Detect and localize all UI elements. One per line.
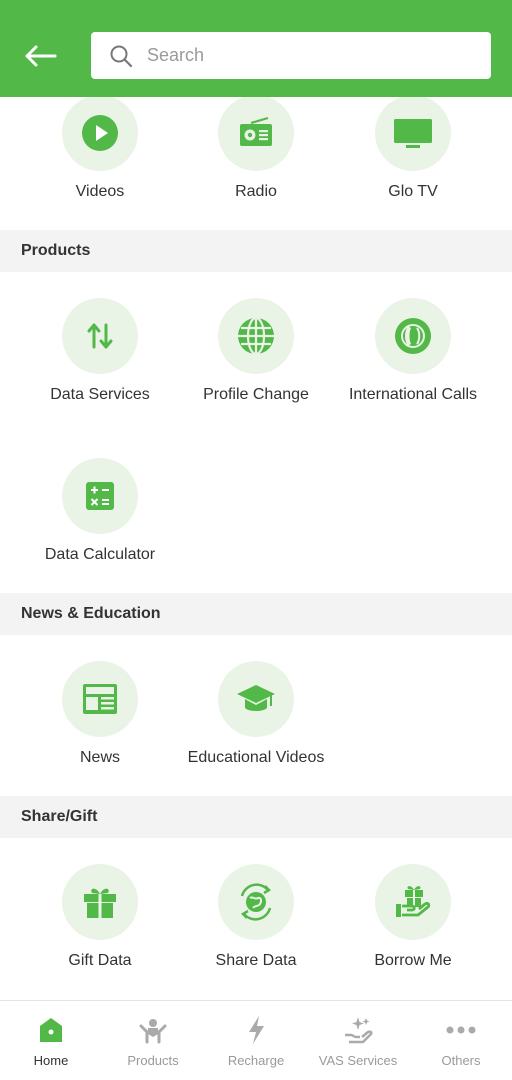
search-input[interactable] — [147, 45, 447, 66]
tv-icon — [394, 119, 432, 148]
nav-recharge[interactable]: Recharge — [205, 1001, 307, 1080]
section-header-share-gift: Share/Gift — [0, 796, 512, 838]
more-dots-icon — [446, 1026, 476, 1034]
arrows-updown-icon — [87, 323, 113, 349]
back-button[interactable] — [18, 36, 62, 76]
tile-label: Gift Data — [68, 952, 132, 969]
nav-products[interactable]: Products — [102, 1001, 204, 1080]
status-bar — [0, 0, 512, 10]
products-icon — [139, 1019, 167, 1044]
tile-profile-change[interactable]: Profile Change — [176, 298, 336, 418]
nav-label: Recharge — [227, 1053, 285, 1068]
search-icon — [110, 45, 133, 67]
nav-label: Home — [33, 1053, 69, 1068]
tile-label: Data Calculator — [44, 546, 156, 563]
tile-icon-circle — [62, 298, 138, 374]
tile-label: Educational Videos — [187, 749, 325, 766]
tile-news[interactable]: News — [20, 661, 180, 781]
borrow-gift-icon — [396, 886, 431, 917]
app-header — [0, 0, 512, 97]
gift-icon — [84, 888, 116, 918]
services-list[interactable]: Videos Radio Glo TV Products Data Servic… — [0, 97, 512, 1000]
graduation-cap-icon — [237, 685, 275, 711]
nav-label: Products — [127, 1053, 179, 1068]
vas-icon — [345, 1017, 373, 1044]
tile-glo-tv[interactable]: Glo TV — [333, 97, 493, 215]
bottom-nav: Home Products Recharge VAS Services Othe… — [0, 1000, 512, 1080]
tile-international-calls[interactable]: International Calls — [333, 298, 493, 418]
tile-label: Profile Change — [203, 386, 309, 403]
lightning-icon — [249, 1016, 264, 1044]
tile-data-services[interactable]: Data Services — [20, 298, 180, 418]
play-icon — [82, 115, 118, 151]
tile-icon-circle — [218, 298, 294, 374]
globe-icon — [238, 316, 274, 356]
tile-icon-circle — [375, 864, 451, 940]
tile-icon-circle — [375, 97, 451, 171]
search-bar[interactable] — [91, 32, 491, 79]
nav-home[interactable]: Home — [0, 1001, 102, 1080]
tile-icon-circle — [62, 458, 138, 534]
tile-gift-data[interactable]: Gift Data — [20, 864, 180, 984]
tile-label: Glo TV — [388, 183, 438, 200]
tile-borrow-me[interactable]: Borrow Me — [333, 864, 493, 984]
section-header-products: Products — [0, 230, 512, 272]
tile-label: Radio — [235, 183, 277, 200]
back-arrow-icon — [25, 45, 57, 67]
newspaper-icon — [83, 684, 117, 714]
calculator-icon — [86, 482, 114, 510]
tile-icon-circle — [375, 298, 451, 374]
tile-educational-videos[interactable]: Educational Videos — [176, 661, 336, 781]
nav-label: Others — [441, 1053, 481, 1068]
tile-share-data[interactable]: Share Data — [176, 864, 336, 984]
nav-label: VAS Services — [318, 1053, 398, 1068]
tile-label: Borrow Me — [374, 952, 452, 969]
tile-icon-circle — [62, 97, 138, 171]
tile-icon-circle — [218, 661, 294, 737]
share-globe-icon — [240, 883, 272, 921]
nav-others[interactable]: Others — [410, 1001, 512, 1080]
tile-label: Data Services — [50, 386, 150, 403]
tile-label: International Calls — [348, 386, 478, 403]
tile-icon-circle — [218, 97, 294, 171]
tile-icon-circle — [62, 864, 138, 940]
tile-radio[interactable]: Radio — [176, 97, 336, 215]
radio-icon — [240, 116, 272, 146]
nav-vas-services[interactable]: VAS Services — [307, 1001, 409, 1080]
home-icon — [40, 1018, 62, 1042]
tile-data-calculator[interactable]: Data Calculator — [20, 458, 180, 578]
section-header-news-education: News & Education — [0, 593, 512, 635]
tile-label: News — [79, 749, 120, 766]
international-call-icon — [395, 318, 431, 354]
tile-label: Share Data — [215, 952, 297, 969]
tile-label: Videos — [75, 183, 125, 200]
tile-icon-circle — [62, 661, 138, 737]
tile-icon-circle — [218, 864, 294, 940]
tile-videos[interactable]: Videos — [20, 97, 180, 215]
